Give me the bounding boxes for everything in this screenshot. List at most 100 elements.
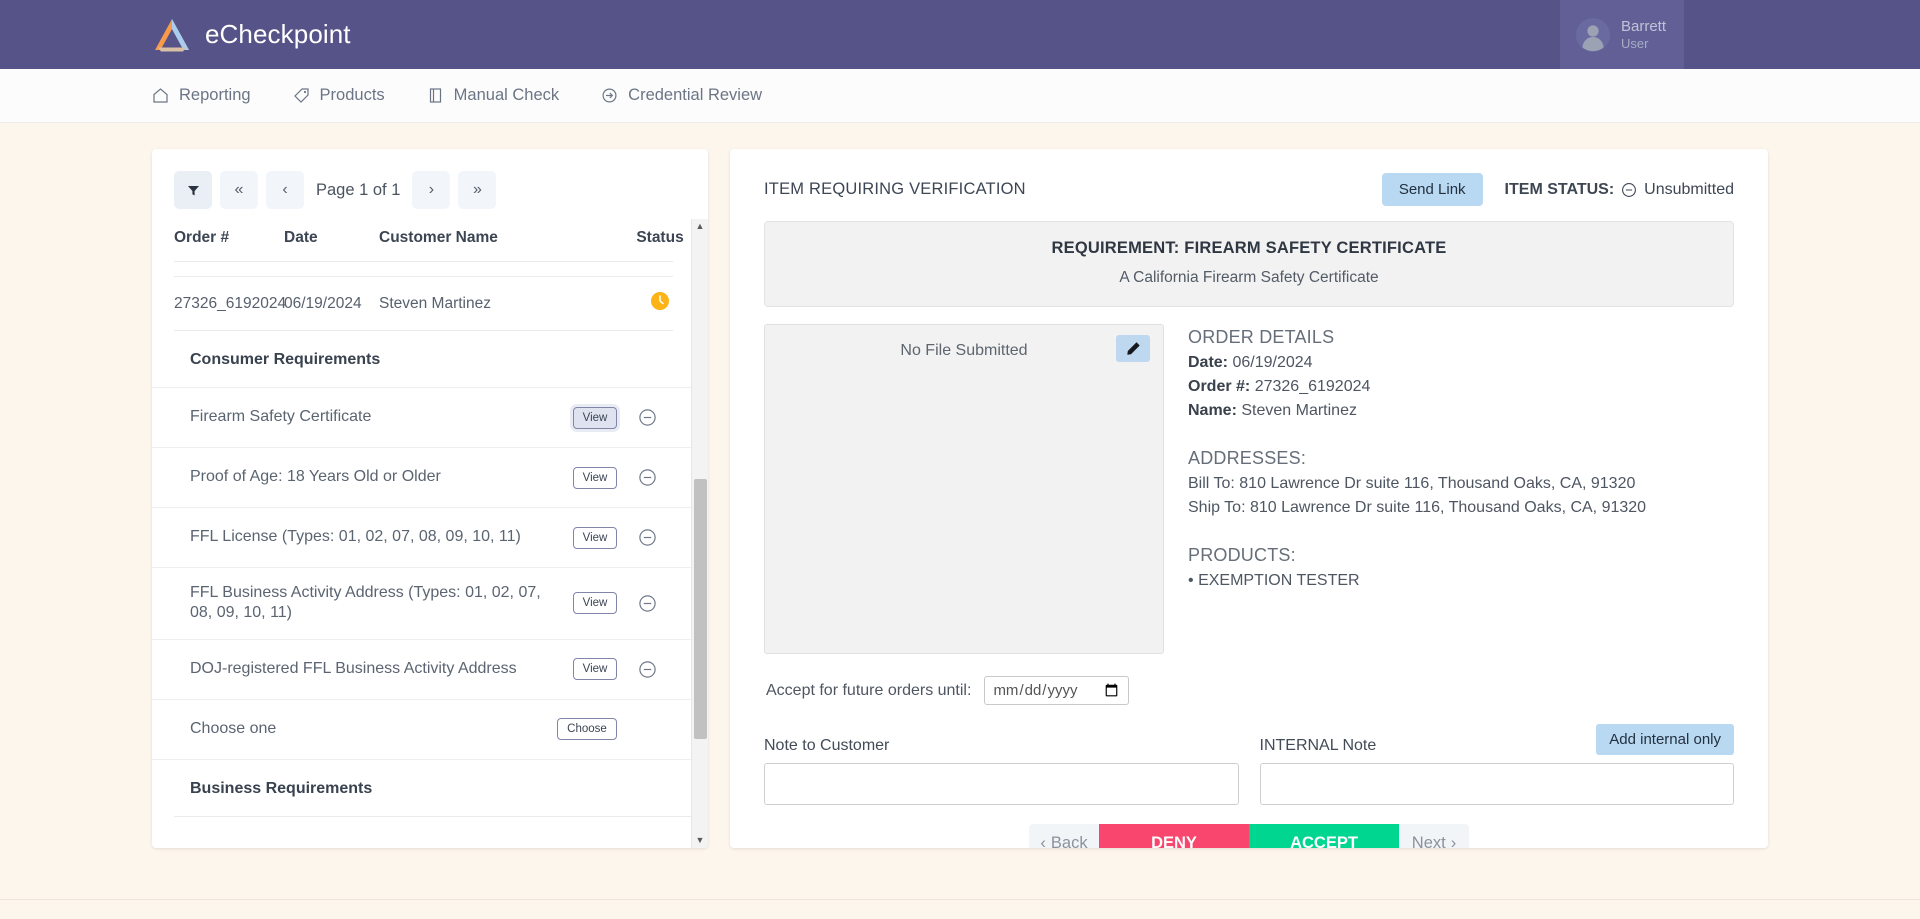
send-link-button[interactable]: Send Link	[1381, 173, 1483, 206]
scrollbar-track[interactable]	[692, 231, 708, 836]
file-preview-message: No File Submitted	[900, 342, 1028, 359]
cell-status	[629, 291, 691, 316]
internal-note-head: INTERNAL Note Add internal only	[1259, 724, 1734, 755]
requirement-label: DOJ-registered FFL Business Activity Add…	[190, 660, 517, 678]
verification-panel: ITEM REQUIRING VERIFICATION Send Link IT…	[730, 149, 1768, 848]
minus-circle-icon	[1622, 182, 1637, 197]
requirement-label: Firearm Safety Certificate	[190, 408, 372, 426]
triangle-logo-icon	[155, 18, 189, 51]
minus-circle-icon	[638, 661, 656, 678]
add-internal-only-button[interactable]: Add internal only	[1596, 724, 1734, 755]
view-button[interactable]: View	[573, 658, 617, 681]
main-nav: Reporting Products Manual Check Credenti…	[0, 69, 1920, 123]
user-role: User	[1621, 35, 1649, 51]
order-detail-number: Order #: 27326_6192024	[1188, 375, 1734, 399]
group-title-business: Business Requirements	[152, 758, 691, 816]
deny-button[interactable]: DENY	[1099, 824, 1249, 848]
arrow-circle-right-icon	[602, 88, 617, 103]
cell-order-number: 27326_6192024	[174, 294, 287, 312]
next-button[interactable]: Next ›	[1399, 824, 1469, 848]
requirement-banner: REQUIREMENT: FIREARM SAFETY CERTIFICATE …	[764, 221, 1734, 307]
minus-circle-icon	[638, 595, 656, 612]
clock-icon	[651, 292, 669, 310]
requirement-row[interactable]: FFL Business Activity Address (Types: 01…	[152, 567, 691, 639]
requirement-title: REQUIREMENT: FIREARM SAFETY CERTIFICATE	[1051, 239, 1447, 257]
orders-panel: « ‹ Page 1 of 1 › » Order # Date Custome…	[152, 149, 708, 848]
order-detail-date-value: 06/19/2024	[1232, 354, 1313, 371]
internal-note-label: INTERNAL Note	[1259, 737, 1377, 754]
item-status: ITEM STATUS: Unsubmitted	[1505, 181, 1734, 199]
order-detail-number-label: Order #:	[1188, 378, 1251, 395]
view-button[interactable]: View	[573, 526, 617, 549]
requirement-status	[617, 528, 677, 547]
orders-scrollbar[interactable]: ▲ ▼	[691, 219, 708, 848]
pencil-icon	[1126, 342, 1140, 355]
order-detail-name: Name: Steven Martinez	[1188, 399, 1734, 423]
internal-note-input[interactable]	[1259, 763, 1734, 805]
minus-circle-icon	[638, 469, 656, 486]
bill-to-address: Bill To: 810 Lawrence Dr suite 116, Thou…	[1188, 475, 1636, 492]
first-page-button[interactable]: «	[220, 171, 258, 209]
nav-item-credential-review[interactable]: Credential Review	[601, 86, 762, 105]
column-header-order: Order #	[174, 229, 230, 246]
filter-button[interactable]	[174, 171, 212, 209]
brand: eCheckpoint	[0, 0, 351, 69]
filter-icon	[187, 185, 199, 195]
file-preview: No File Submitted	[764, 324, 1164, 654]
column-header-customer: Customer Name	[379, 229, 498, 246]
minus-circle-icon	[638, 409, 656, 426]
scroll-up-arrow[interactable]: ▲	[696, 222, 705, 231]
accept-future-label: Accept for future orders until:	[766, 681, 972, 699]
internal-note-group: INTERNAL Note Add internal only	[1259, 724, 1734, 810]
requirement-label: FFL Business Activity Address (Types: 01…	[190, 584, 541, 622]
requirement-row-choose-one[interactable]: Choose one Choose	[152, 698, 691, 759]
item-status-label: ITEM STATUS:	[1504, 180, 1615, 198]
cell-date: 06/19/2024	[284, 294, 362, 312]
book-icon	[429, 88, 441, 103]
requirement-label: Choose one	[190, 720, 277, 738]
scroll-down-arrow[interactable]: ▼	[696, 836, 705, 845]
back-button[interactable]: ‹ Back	[1029, 824, 1099, 848]
avatar-icon	[1576, 17, 1610, 52]
column-header-status: Status	[636, 229, 684, 246]
requirement-label: FFL License (Types: 01, 02, 07, 08, 09, …	[190, 528, 521, 546]
orders-list: Order # Date Customer Name Status 27326_…	[152, 219, 691, 848]
nav-label: Manual Check	[453, 86, 560, 104]
requirement-subtitle: A California Firearm Safety Certificate	[1119, 269, 1379, 286]
group-title-consumer: Consumer Requirements	[190, 351, 381, 368]
order-detail-date: Date: 06/19/2024	[1188, 351, 1734, 375]
requirement-row[interactable]: Proof of Age: 18 Years Old or Older View	[152, 447, 691, 507]
order-details-heading: ORDER DETAILS	[1188, 327, 1335, 347]
customer-note-input[interactable]	[764, 763, 1239, 805]
divider	[174, 261, 673, 262]
order-detail-name-value: Steven Martinez	[1241, 402, 1357, 419]
user-menu[interactable]: Barrett User	[1560, 0, 1684, 69]
products-heading: PRODUCTS:	[1188, 545, 1296, 565]
requirement-row[interactable]: FFL License (Types: 01, 02, 07, 08, 09, …	[152, 507, 691, 567]
choose-button[interactable]: Choose	[557, 718, 617, 741]
view-button[interactable]: View	[573, 592, 617, 615]
nav-item-reporting[interactable]: Reporting	[152, 86, 251, 105]
view-button[interactable]: View	[573, 406, 617, 429]
column-header-date: Date	[284, 229, 318, 246]
next-label: Next	[1411, 833, 1446, 849]
accept-until-date-input[interactable]	[984, 676, 1130, 705]
requirement-row[interactable]: DOJ-registered FFL Business Activity Add…	[152, 638, 691, 699]
prev-page-button[interactable]: ‹	[266, 171, 304, 209]
scrollbar-thumb[interactable]	[694, 479, 707, 740]
order-detail-number-value: 27326_6192024	[1254, 378, 1371, 395]
table-row[interactable]: 27326_6192024 06/19/2024 Steven Martinez	[152, 277, 691, 330]
requirement-row[interactable]: Firearm Safety Certificate View	[152, 387, 691, 447]
nav-label: Reporting	[179, 86, 251, 104]
customer-note-head: Note to Customer	[764, 725, 1239, 755]
view-button[interactable]: View	[573, 466, 617, 489]
last-page-button[interactable]: »	[458, 171, 497, 209]
requirement-status	[617, 468, 677, 487]
next-page-button[interactable]: ›	[412, 171, 451, 209]
addresses-heading: ADDRESSES:	[1188, 448, 1307, 468]
nav-item-products[interactable]: Products	[293, 86, 385, 105]
edit-file-button[interactable]	[1116, 335, 1150, 362]
nav-item-manual-check[interactable]: Manual Check	[427, 86, 559, 105]
ship-to-address: Ship To: 810 Lawrence Dr suite 116, Thou…	[1188, 499, 1647, 516]
accept-button[interactable]: ACCEPT	[1249, 824, 1399, 848]
